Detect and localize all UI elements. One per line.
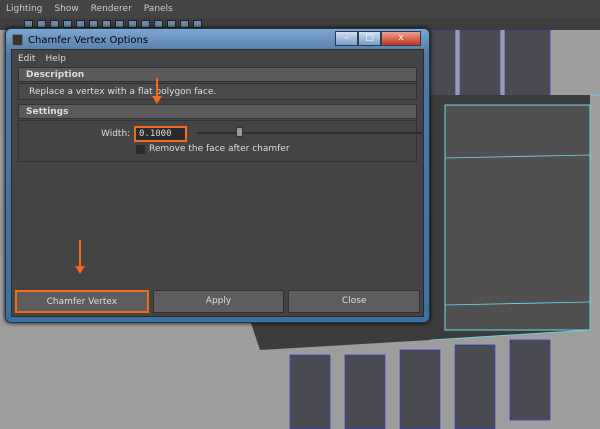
- width-slider[interactable]: [197, 132, 422, 134]
- chamfer-vertex-dialog: Chamfer Vertex Options – □ x Edit Help D…: [5, 28, 430, 323]
- menu-edit[interactable]: Edit: [18, 54, 35, 64]
- dialog-title: Chamfer Vertex Options: [28, 34, 149, 46]
- viewport-menu-bar: Lighting Show Renderer Panels: [0, 0, 600, 18]
- menu-show[interactable]: Show: [54, 4, 78, 14]
- toolbar-icon[interactable]: [63, 20, 72, 28]
- minimize-button[interactable]: –: [335, 31, 358, 46]
- menu-panels[interactable]: Panels: [144, 4, 173, 14]
- width-label: Width:: [101, 129, 131, 139]
- width-slider-handle[interactable]: [235, 127, 243, 137]
- apply-button[interactable]: Apply: [152, 290, 285, 313]
- remove-face-label[interactable]: Remove the face after chamfer: [149, 144, 290, 154]
- maximize-button[interactable]: □: [358, 31, 381, 46]
- description-section-header[interactable]: Description: [18, 67, 417, 82]
- remove-face-checkbox[interactable]: [136, 145, 145, 154]
- chamfer-vertex-button[interactable]: Chamfer Vertex: [15, 290, 149, 313]
- maya-app-icon: [12, 34, 23, 46]
- menu-lighting[interactable]: Lighting: [6, 4, 42, 14]
- toolbar-icon[interactable]: [141, 20, 150, 28]
- toolbar-icon[interactable]: [167, 20, 176, 28]
- toolbar-icon[interactable]: [102, 20, 111, 28]
- title-bar[interactable]: Chamfer Vertex Options – □ x: [12, 31, 425, 49]
- menu-help[interactable]: Help: [45, 54, 66, 64]
- toolbar-icon[interactable]: [154, 20, 163, 28]
- annotation-arrow-width: [152, 78, 162, 104]
- toolbar-icon[interactable]: [180, 20, 189, 28]
- settings-section-header[interactable]: Settings: [18, 104, 417, 119]
- toolbar-icon[interactable]: [37, 20, 46, 28]
- dialog-menu-bar: Edit Help: [12, 50, 423, 67]
- menu-renderer[interactable]: Renderer: [91, 4, 132, 14]
- settings-frame: Width: 0.1000 Remove the face after cham…: [18, 120, 422, 162]
- toolbar-icon[interactable]: [24, 20, 33, 28]
- width-input[interactable]: 0.1000: [134, 126, 187, 142]
- toolbar-icon[interactable]: [50, 20, 59, 28]
- toolbar-icon[interactable]: [193, 20, 202, 28]
- toolbar-icon[interactable]: [76, 20, 85, 28]
- model-face: [444, 104, 591, 331]
- annotation-arrow-chamfer: [75, 240, 85, 274]
- toolbar-icon[interactable]: [128, 20, 137, 28]
- close-window-button[interactable]: x: [381, 31, 421, 46]
- toolbar-icon[interactable]: [89, 20, 98, 28]
- toolbar-icon[interactable]: [115, 20, 124, 28]
- model-fingers-bottom: [289, 339, 551, 429]
- close-button[interactable]: Close: [288, 290, 421, 313]
- description-text: Replace a vertex with a flat polygon fac…: [18, 83, 417, 100]
